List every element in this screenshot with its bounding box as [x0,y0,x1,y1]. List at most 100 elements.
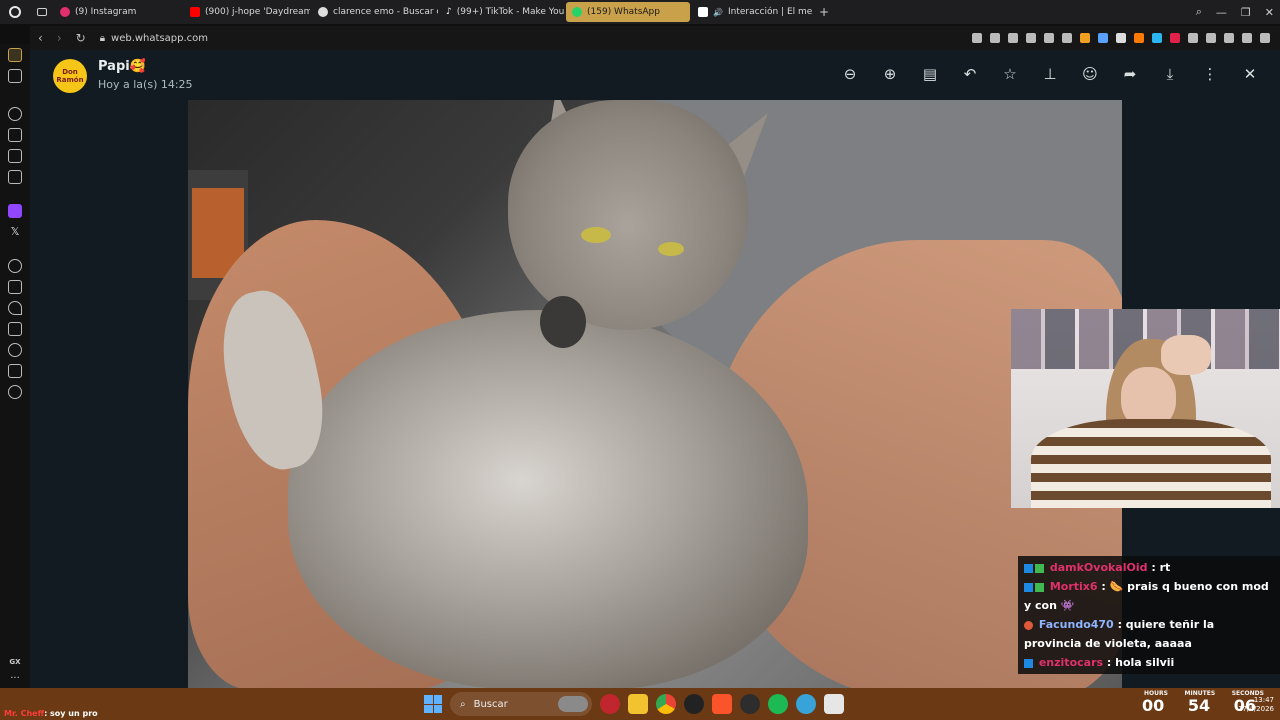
instagram-icon [60,7,70,17]
zoom-extension-icon[interactable] [972,33,982,43]
badge-icon [1035,582,1044,592]
gamepad-icon[interactable] [8,69,22,83]
globe-app-icon[interactable] [796,694,816,714]
search-highlight-icon [558,696,588,712]
vpn-badge-icon[interactable] [1080,33,1090,43]
windows-taskbar: Mr. Cheff: soy un pro ⌕ Buscar HOURS MIN… [0,688,1280,720]
steam-icon[interactable] [684,694,704,714]
forward-icon[interactable]: › [57,31,62,45]
reply-icon[interactable]: ↶ [960,64,980,84]
search-tabs-icon[interactable]: ⌕ [1196,5,1202,19]
spotify-icon[interactable] [768,694,788,714]
gx-corner-icon[interactable] [8,107,22,121]
store-app-icon[interactable] [824,694,844,714]
twitch-icon[interactable] [8,204,22,218]
badge-icon [1035,563,1044,573]
lock-icon: 🔒︎ [99,32,106,44]
reload-icon[interactable]: ↻ [76,31,86,45]
cat-photo[interactable] [188,100,1122,688]
mod-icon[interactable] [8,128,22,142]
chrome-icon[interactable] [656,694,676,714]
gx-logo[interactable]: GX [9,658,20,666]
react-emoji-icon[interactable]: ☺ [1080,64,1100,84]
profile-icon[interactable] [1206,33,1216,43]
media-viewer-header: Don Ramón Papi🥰 Hoy a la(s) 14:25 ⊖ ⊕ ▤ … [30,50,1280,102]
home-icon[interactable] [8,48,22,62]
google-icon [318,7,328,17]
extensions-icon[interactable] [8,364,22,378]
player-icon[interactable] [8,259,22,273]
url-field[interactable]: 🔒︎ web.whatsapp.com [100,33,208,44]
pin-extension-icon[interactable] [990,33,1000,43]
media-extension-icon[interactable] [1134,33,1144,43]
settings-icon[interactable] [8,385,22,399]
m-app-icon[interactable] [8,170,22,184]
close-icon[interactable]: ✕ [1240,64,1260,84]
zoom-in-icon[interactable]: ⊕ [880,64,900,84]
badge-icon [1024,582,1033,592]
speaker-icon: 🔊 [713,7,723,17]
translate-icon[interactable] [1152,33,1162,43]
new-tab-button[interactable]: + [814,5,834,19]
tab-whatsapp[interactable]: (159) WhatsApp [566,2,690,22]
favorites-icon[interactable] [8,301,22,315]
browser-sidebar: 𝕏 GX ··· [0,44,30,688]
file-explorer-icon[interactable] [628,694,648,714]
brave-icon[interactable] [712,694,732,714]
tab-google[interactable]: clarence emo - Buscar co [312,2,438,22]
forward-icon[interactable]: ➦ [1120,64,1140,84]
chat-message: damkOvokalOid : rt [1024,558,1274,577]
minimize-button[interactable]: — [1216,6,1227,19]
audio-icon[interactable] [1098,33,1108,43]
chat-message: Facundo470 : quiere teñir la provincia d… [1024,618,1215,650]
youtube-icon [190,7,200,17]
tab-interaccion[interactable]: 🔊 Interacción | El mejor s [692,2,812,22]
x-icon[interactable]: 𝕏 [8,225,22,239]
chat-message: enzitocars : hola silvii [1024,653,1274,672]
go-to-message-icon[interactable]: ▤ [920,64,940,84]
history-icon[interactable] [8,343,22,357]
tiktok-icon: ♪ [446,7,452,17]
ai-icon[interactable] [1242,33,1252,43]
avatar[interactable]: Don Ramón [53,59,87,93]
tab-overview-icon[interactable] [30,8,54,16]
snapshot-icon[interactable] [1008,33,1018,43]
menu-icon[interactable] [1260,33,1270,43]
download-icon[interactable]: ⤓ [1160,64,1180,84]
privacy-icon[interactable] [1116,33,1126,43]
download-icon[interactable] [1224,33,1234,43]
more-options-icon[interactable]: ⋮ [1200,64,1220,84]
close-window-button[interactable]: ✕ [1265,6,1274,19]
back-icon[interactable]: ‹ [38,31,43,45]
opera-logo-icon[interactable] [0,6,30,18]
play-icon[interactable] [1044,33,1054,43]
pinboard-icon[interactable] [8,322,22,336]
puzzle-icon[interactable] [1188,33,1198,43]
ccleaner-icon[interactable] [740,694,760,714]
n-extension-icon[interactable] [1170,33,1180,43]
restore-button[interactable]: ❐ [1241,6,1251,19]
heart-icon[interactable] [1062,33,1072,43]
shield-icon[interactable] [1026,33,1036,43]
url-text[interactable]: web.whatsapp.com [111,33,208,44]
opera-gx-taskbar-icon[interactable] [600,694,620,714]
browser-tab-bar: (9) Instagram (900) j-hope 'Daydream ( c… [0,0,1280,24]
stream-chat-overlay: damkOvokalOid : rt Mortix6 : 🌭 prais q b… [1018,556,1280,674]
system-clock[interactable]: 13:47 17/4/2026 [1238,696,1274,714]
apps-grid-icon[interactable] [8,280,22,294]
taskbar-search-input[interactable]: ⌕ Buscar [450,692,592,716]
tab-tiktok[interactable]: ♪ (99+) TikTok - Make Your ( [440,2,564,22]
webcam-overlay [1011,309,1280,508]
star-icon[interactable]: ☆ [1000,64,1020,84]
contact-name[interactable]: Papi🥰 [98,59,146,74]
pin-icon[interactable]: ⊥ [1040,64,1060,84]
whatsapp-icon [572,7,582,17]
tab-youtube[interactable]: (900) j-hope 'Daydream ( [184,2,310,22]
notes-icon[interactable] [8,149,22,163]
windows-start-icon[interactable] [424,695,442,713]
zoom-out-icon[interactable]: ⊖ [840,64,860,84]
tab-instagram[interactable]: (9) Instagram [54,2,182,22]
more-icon[interactable]: ··· [10,673,20,684]
badge-icon [1024,563,1033,573]
stream-ticker: Mr. Cheff: soy un pro [4,709,98,718]
